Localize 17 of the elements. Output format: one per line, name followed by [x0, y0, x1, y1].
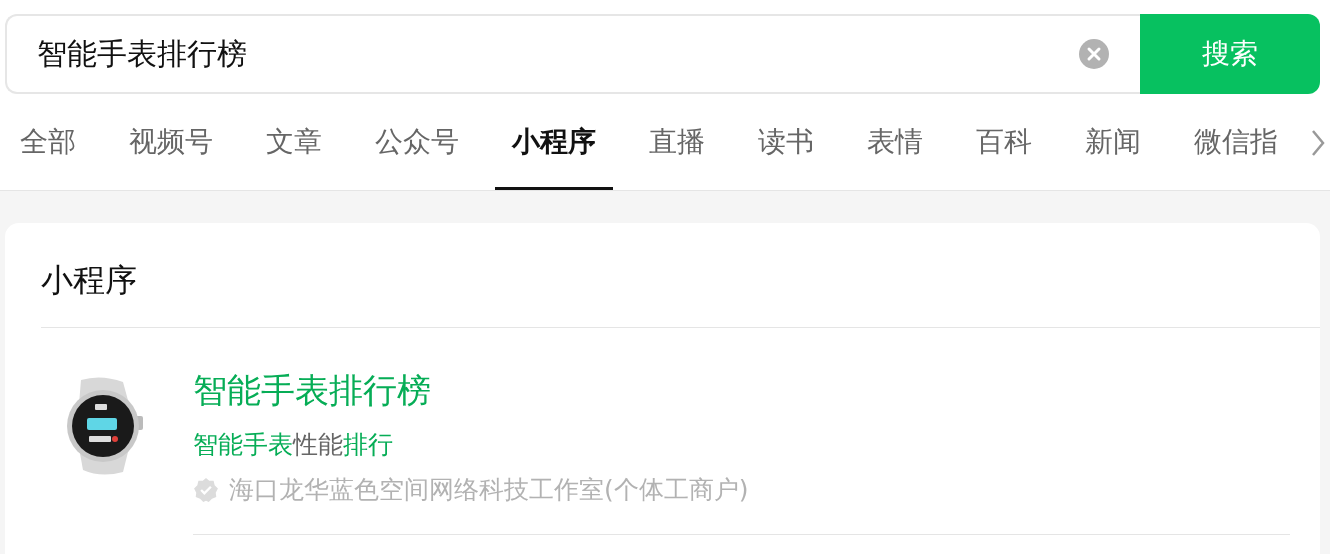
- result-description: 智能手表性能排行: [193, 429, 394, 461]
- section-title: 小程序: [41, 260, 137, 301]
- tab[interactable]: 全部: [3, 94, 93, 190]
- tab[interactable]: 读书: [741, 94, 831, 190]
- tab[interactable]: 微信指: [1177, 94, 1295, 190]
- tab[interactable]: 百科: [959, 94, 1049, 190]
- tab[interactable]: 文章: [249, 94, 339, 190]
- source-text: 海口龙华蓝色空间网络科技工作室(个体工商户): [229, 474, 749, 506]
- tab[interactable]: 视频号: [112, 94, 230, 190]
- tab[interactable]: 新闻: [1068, 94, 1158, 190]
- search-field[interactable]: 智能手表排行榜: [5, 14, 1140, 94]
- tab[interactable]: 直播: [632, 94, 722, 190]
- tab[interactable]: 公众号: [358, 94, 476, 190]
- result-title[interactable]: 智能手表排行榜: [193, 368, 431, 414]
- tab[interactable]: 小程序: [495, 94, 613, 190]
- clear-icon[interactable]: [1078, 38, 1110, 70]
- tab[interactable]: 表情: [850, 94, 940, 190]
